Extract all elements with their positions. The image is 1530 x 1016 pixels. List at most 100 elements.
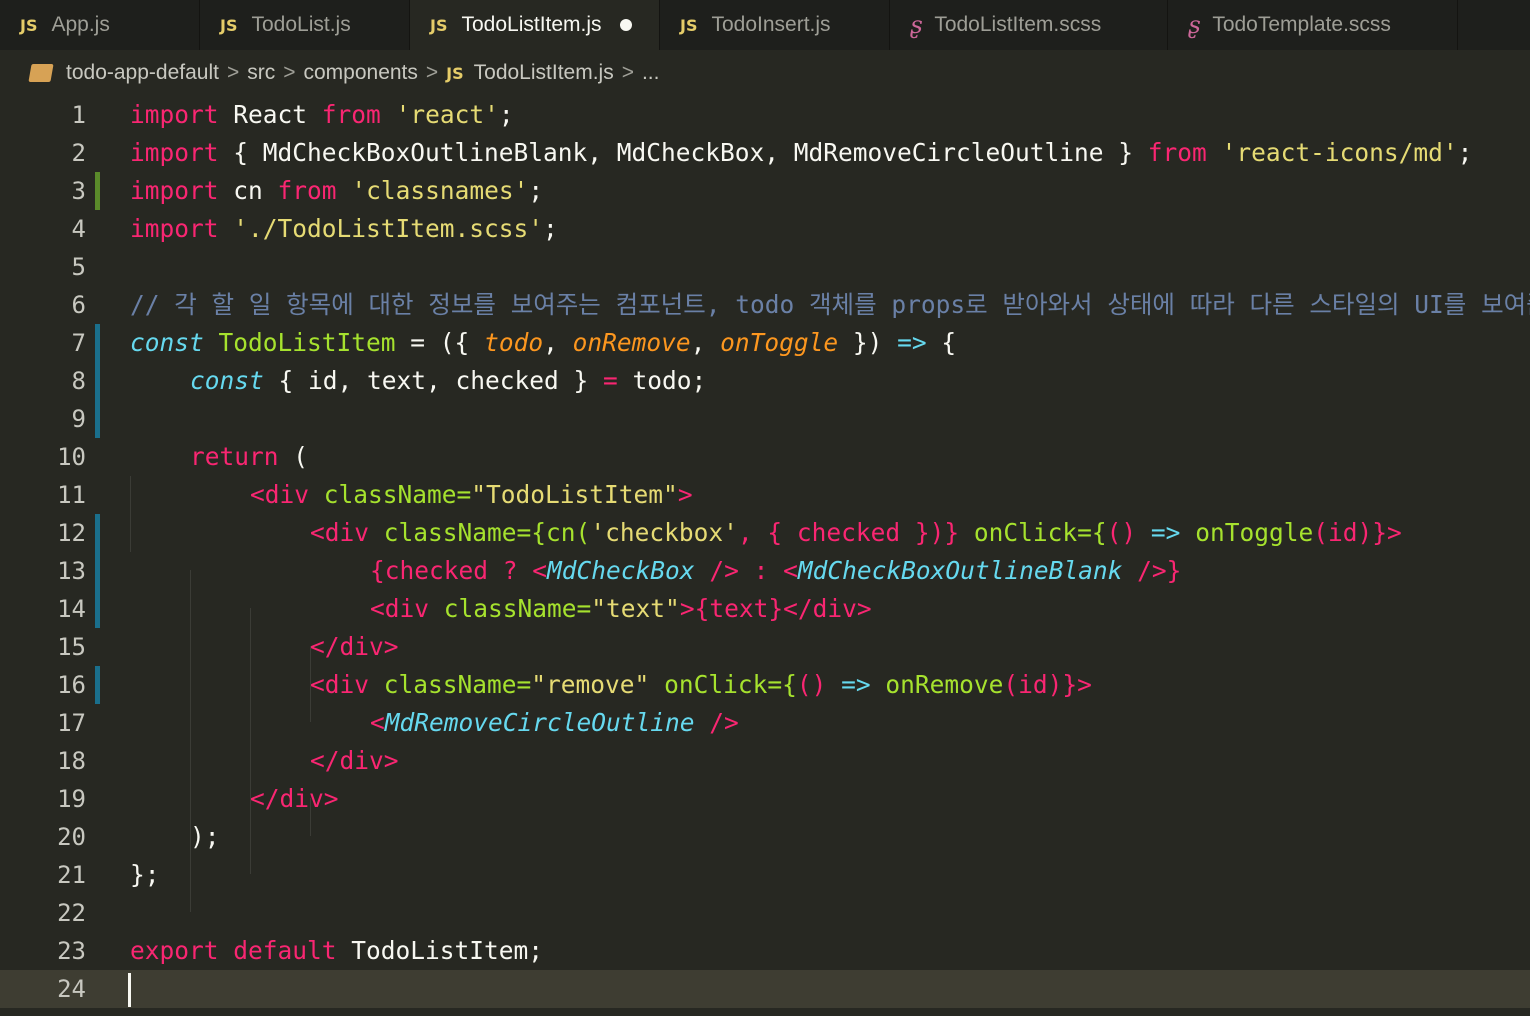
tab-label: TodoList.js xyxy=(251,13,351,36)
line-number: 12 xyxy=(57,519,86,547)
line-content: import React from 'react'; xyxy=(130,100,514,129)
code-line-19[interactable]: 19 </div> xyxy=(0,780,1530,818)
code-line-12[interactable]: 12 <div className={cn('checkbox', { check… xyxy=(0,514,1530,552)
code-line-24-current[interactable]: 24 xyxy=(0,970,1530,1008)
git-modified-indicator[interactable] xyxy=(95,362,100,400)
line-number: 18 xyxy=(57,747,86,775)
chevron-right-icon: > xyxy=(226,61,240,84)
code-line-11[interactable]: 11 <div className="TodoListItem"> xyxy=(0,476,1530,514)
tab-label: TodoListItem.scss xyxy=(934,13,1102,36)
code-line-22[interactable]: 22 xyxy=(0,894,1530,932)
js-file-icon: JS xyxy=(446,63,464,83)
line-number: 13 xyxy=(57,557,86,585)
code-line-8[interactable]: 8 const { id, text, checked } = todo; xyxy=(0,362,1530,400)
line-content: const { id, text, checked } = todo; xyxy=(190,366,707,395)
line-number: 21 xyxy=(57,861,86,889)
code-line-20[interactable]: 20); xyxy=(0,818,1530,856)
line-number: 4 xyxy=(71,215,86,243)
line-number: 22 xyxy=(57,899,86,927)
tab-bar-empty-space xyxy=(1458,0,1530,50)
line-number: 23 xyxy=(57,937,86,965)
line-number: 16 xyxy=(57,671,86,699)
line-number: 24 xyxy=(57,975,86,1003)
code-line-16[interactable]: 16 <div className="remove" onClick={() =>… xyxy=(0,666,1530,704)
breadcrumb: todo-app-default > src > components > JS… xyxy=(0,50,1530,96)
tab-todolist-js[interactable]: JS TodoList.js xyxy=(200,0,410,50)
line-content: </div> xyxy=(250,784,339,813)
line-content: <div className="remove" onClick={() => o… xyxy=(310,670,1092,699)
code-line-7[interactable]: 7 const TodoListItem = ({ todo, onRemove,… xyxy=(0,324,1530,362)
code-line-3[interactable]: 3 import cn from 'classnames'; xyxy=(0,172,1530,210)
breadcrumb-src[interactable]: src xyxy=(247,61,275,85)
code-line-6[interactable]: 6 // 각 할 일 항목에 대한 정보를 보여주는 컴포넌트, todo 객체를… xyxy=(0,286,1530,324)
breadcrumb-components[interactable]: components xyxy=(303,61,417,85)
tab-label: TodoTemplate.scss xyxy=(1212,13,1391,36)
code-line-9[interactable]: 9 xyxy=(0,400,1530,438)
code-line-2[interactable]: 2 import { MdCheckBoxOutlineBlank, MdChec… xyxy=(0,134,1530,172)
breadcrumb-project[interactable]: todo-app-default xyxy=(66,61,219,85)
js-file-icon: JS xyxy=(680,15,698,35)
line-number: 1 xyxy=(71,101,86,129)
tab-todolistitem-scss[interactable]: ʂ TodoListItem.scss xyxy=(890,0,1168,50)
tab-label: TodoListItem.js xyxy=(461,13,602,36)
tab-todoinsert-js[interactable]: JS TodoInsert.js xyxy=(660,0,890,50)
comment: // 각 할 일 항목에 대한 정보를 보여주는 컴포넌트, todo 객체를 … xyxy=(130,290,1530,319)
line-content: }; xyxy=(130,860,160,889)
line-content: import './TodoListItem.scss'; xyxy=(130,214,558,243)
unsaved-dot-icon[interactable] xyxy=(619,19,632,31)
tab-todotemplate-scss[interactable]: ʂ TodoTemplate.scss xyxy=(1168,0,1458,50)
line-number: 6 xyxy=(71,291,86,319)
git-modified-indicator[interactable] xyxy=(95,400,100,438)
chevron-right-icon: > xyxy=(425,61,439,84)
line-number: 19 xyxy=(57,785,86,813)
code-line-23[interactable]: 23 export default TodoListItem; xyxy=(0,932,1530,970)
line-number: 7 xyxy=(71,329,86,357)
line-content: </div> xyxy=(310,746,399,775)
git-modified-indicator[interactable] xyxy=(95,172,100,210)
code-line-13[interactable]: 13 {checked ? <MdCheckBox /> : <MdCheckBo… xyxy=(0,552,1530,590)
code-line-10[interactable]: 10 return ( xyxy=(0,438,1530,476)
line-number: 9 xyxy=(71,405,86,433)
breadcrumb-file[interactable]: TodoListItem.js xyxy=(474,61,614,85)
git-modified-indicator[interactable] xyxy=(95,324,100,362)
code-line-17[interactable]: 17 <MdRemoveCircleOutline /> xyxy=(0,704,1530,742)
folder-icon xyxy=(28,64,54,82)
git-modified-indicator[interactable] xyxy=(95,552,100,590)
breadcrumb-more[interactable]: ... xyxy=(642,61,660,85)
js-file-icon: JS xyxy=(430,15,448,35)
line-number: 10 xyxy=(57,443,86,471)
code-line-4[interactable]: 4 import './TodoListItem.scss'; xyxy=(0,210,1530,248)
line-content: <MdRemoveCircleOutline /> xyxy=(370,708,739,737)
line-content: return ( xyxy=(190,442,309,471)
line-content: </div> xyxy=(310,632,399,661)
code-line-21[interactable]: 21}; xyxy=(0,856,1530,894)
tab-todolistitem-js[interactable]: JS TodoListItem.js xyxy=(410,0,660,50)
line-number: 14 xyxy=(57,595,86,623)
git-modified-indicator[interactable] xyxy=(95,590,100,628)
git-modified-indicator[interactable] xyxy=(95,666,100,704)
tab-label: App.js xyxy=(51,13,110,36)
line-number: 3 xyxy=(71,177,86,205)
code-line-15[interactable]: 15 </div> xyxy=(0,628,1530,666)
code-line-18[interactable]: 18 </div> xyxy=(0,742,1530,780)
code-line-5[interactable]: 5 xyxy=(0,248,1530,286)
code-line-1[interactable]: 1 import React from 'react'; xyxy=(0,96,1530,134)
line-content: ); xyxy=(190,822,220,851)
line-number: 5 xyxy=(71,253,86,281)
code-editor[interactable]: 1 import React from 'react'; 2 import { Md… xyxy=(0,96,1530,1016)
line-content: <div className={cn('checkbox', { checked… xyxy=(310,518,1402,547)
chevron-right-icon: > xyxy=(283,61,296,84)
tab-app-js[interactable]: JS App.js xyxy=(0,0,200,50)
sass-file-icon: ʂ xyxy=(910,11,923,39)
line-content: {checked ? <MdCheckBox /> : <MdCheckBoxO… xyxy=(370,556,1182,585)
js-file-icon: JS xyxy=(220,15,238,35)
line-content: import cn from 'classnames'; xyxy=(130,176,544,205)
tab-bar: JS App.js JS TodoList.js JS TodoListItem… xyxy=(0,0,1530,50)
chevron-right-icon: > xyxy=(621,61,634,84)
text-cursor xyxy=(128,973,131,1007)
line-number: 2 xyxy=(71,139,86,167)
js-file-icon: JS xyxy=(20,15,38,35)
line-content: import { MdCheckBoxOutlineBlank, MdCheck… xyxy=(130,138,1473,167)
git-modified-indicator[interactable] xyxy=(95,514,100,552)
code-line-14[interactable]: 14 <div className="text">{text}</div> xyxy=(0,590,1530,628)
